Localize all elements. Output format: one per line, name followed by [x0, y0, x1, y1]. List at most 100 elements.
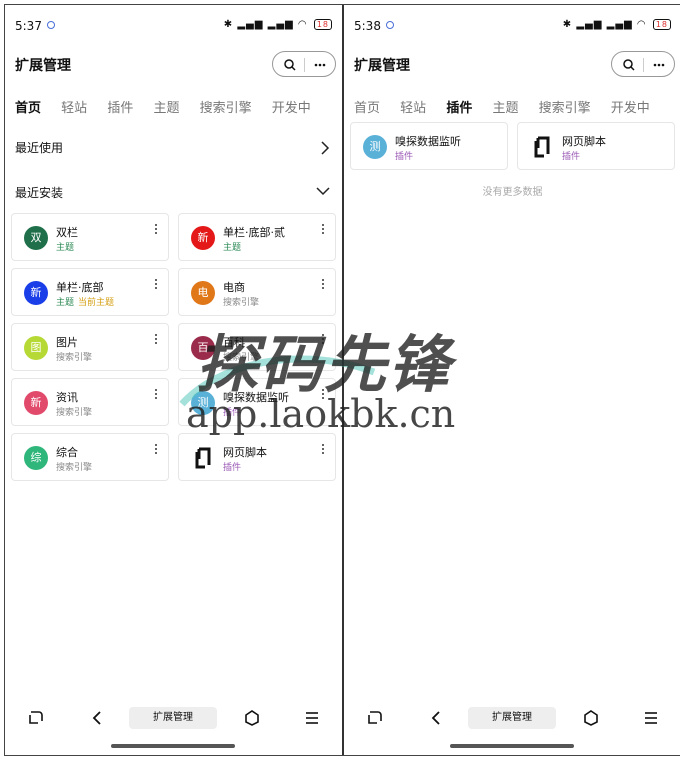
- tabs-icon[interactable]: [27, 709, 45, 727]
- back-icon[interactable]: [89, 709, 107, 727]
- extension-type: 搜索引擎: [223, 295, 259, 308]
- extension-card[interactable]: 综综合 搜索引擎: [11, 433, 169, 481]
- extension-type: 插件: [395, 149, 413, 162]
- tab-themes[interactable]: 主题: [153, 97, 179, 116]
- extension-avatar: 综: [24, 446, 48, 470]
- chevron-right-icon: [321, 141, 330, 155]
- pill-divider: [643, 58, 644, 72]
- kebab-menu-icon[interactable]: [154, 224, 158, 234]
- tab-light-site[interactable]: 轻站: [400, 97, 426, 116]
- kebab-menu-icon[interactable]: [154, 389, 158, 399]
- extension-name: 图片: [56, 336, 78, 349]
- extension-avatar: 新: [191, 226, 215, 250]
- tab-plugins[interactable]: 插件: [107, 97, 133, 116]
- tab-bar: 首页 轻站 插件 主题 搜索引擎 开发中: [15, 97, 332, 116]
- tab-home[interactable]: 首页: [15, 97, 41, 116]
- extension-type: 主题: [56, 240, 74, 253]
- extension-card[interactable]: 网页脚本 插件: [517, 122, 675, 170]
- extension-avatar: 电: [191, 281, 215, 305]
- extension-card[interactable]: 图图片 搜索引擎: [11, 323, 169, 371]
- extension-card[interactable]: 百百科 搜索引擎: [178, 323, 336, 371]
- wifi-icon: ◠: [636, 19, 647, 30]
- kebab-menu-icon[interactable]: [321, 334, 325, 344]
- kebab-menu-icon[interactable]: [154, 279, 158, 289]
- battery-icon: 18: [313, 19, 332, 30]
- tab-in-development[interactable]: 开发中: [611, 97, 650, 116]
- kebab-menu-icon[interactable]: [321, 444, 325, 454]
- recent-installed-label: 最近安装: [15, 186, 64, 200]
- extension-type-label: 搜索引擎: [223, 353, 260, 363]
- extension-type-label: 插件: [562, 152, 581, 162]
- no-more-data: 没有更多数据: [482, 187, 543, 198]
- extension-card[interactable]: 双双栏 主题: [11, 213, 169, 261]
- extension-name: 网页脚本: [562, 135, 606, 148]
- extension-avatar: 新: [24, 391, 48, 415]
- more-icon[interactable]: [313, 58, 327, 72]
- extension-name: 单栏·底部: [56, 281, 104, 294]
- current-page-pill[interactable]: 扩展管理: [129, 707, 217, 729]
- tab-light-site[interactable]: 轻站: [61, 97, 87, 116]
- extension-type-label: 搜索引擎: [56, 463, 93, 473]
- kebab-menu-icon[interactable]: [321, 389, 325, 399]
- recent-used-label: 最近使用: [15, 141, 64, 155]
- script-icon: [191, 446, 215, 470]
- sync-icon: [46, 21, 55, 29]
- bottom-nav: 扩展管理: [344, 705, 681, 731]
- gesture-bar[interactable]: [111, 744, 235, 748]
- kebab-menu-icon[interactable]: [154, 444, 158, 454]
- extension-type: 插件: [562, 149, 580, 162]
- extension-type-label: 搜索引擎: [223, 298, 260, 308]
- extension-type: 插件: [223, 405, 241, 418]
- tab-in-development[interactable]: 开发中: [272, 97, 311, 116]
- extension-card[interactable]: 测嗅探数据监听 插件: [350, 122, 508, 170]
- tab-plugins[interactable]: 插件: [446, 97, 472, 116]
- extension-card[interactable]: 新资讯 搜索引擎: [11, 378, 169, 426]
- extension-card[interactable]: 新单栏·底部·贰 主题: [178, 213, 336, 261]
- extension-name: 网页脚本: [223, 446, 267, 459]
- kebab-menu-icon[interactable]: [321, 279, 325, 289]
- home-icon[interactable]: [243, 709, 261, 727]
- extension-card[interactable]: 新单栏·底部 主题 当前主题: [11, 268, 169, 316]
- extension-avatar: 新: [24, 281, 48, 305]
- extension-name: 电商: [223, 281, 245, 294]
- home-icon[interactable]: [582, 709, 600, 727]
- search-icon[interactable]: [283, 58, 297, 72]
- extension-type: 搜索引擎: [56, 405, 92, 418]
- page-title: 扩展管理: [354, 58, 410, 74]
- search-icon[interactable]: [622, 58, 636, 72]
- menu-icon[interactable]: [642, 709, 660, 727]
- extension-type-label: 主题: [56, 298, 75, 308]
- kebab-menu-icon[interactable]: [321, 224, 325, 234]
- recent-used-row[interactable]: 最近使用: [15, 139, 332, 157]
- current-page-pill[interactable]: 扩展管理: [468, 707, 556, 729]
- extension-avatar: 测: [191, 391, 215, 415]
- left-screen: 5:37 ✱ ▂▄▆ ▂▄▆ ◠ 18 扩展管理 首页 轻站 插件 主题 搜索引…: [5, 5, 342, 755]
- recent-installed-row[interactable]: 最近安装: [15, 184, 332, 202]
- tab-themes[interactable]: 主题: [492, 97, 518, 116]
- extension-type: 插件: [223, 460, 241, 473]
- bluetooth-icon: ✱: [223, 19, 234, 30]
- extension-card[interactable]: 测嗅探数据监听 插件: [178, 378, 336, 426]
- extension-type-label: 搜索引擎: [56, 353, 93, 363]
- status-icons: ✱ ▂▄▆ ▂▄▆ ◠ 18: [224, 19, 332, 30]
- status-icons: ✱ ▂▄▆ ▂▄▆ ◠ 18: [563, 19, 671, 30]
- kebab-menu-icon[interactable]: [154, 334, 158, 344]
- back-icon[interactable]: [428, 709, 446, 727]
- extension-type: 主题: [223, 240, 241, 253]
- extension-name: 单栏·底部·贰: [223, 226, 285, 239]
- tab-home[interactable]: 首页: [354, 97, 380, 116]
- tabs-icon[interactable]: [366, 709, 384, 727]
- bluetooth-icon: ✱: [562, 19, 573, 30]
- signal-icon: ▂▄▆: [267, 19, 294, 30]
- menu-icon[interactable]: [303, 709, 321, 727]
- extension-avatar: 百: [191, 336, 215, 360]
- signal-icon: ▂▄▆: [606, 19, 633, 30]
- tab-search-engines[interactable]: 搜索引擎: [539, 97, 591, 116]
- gesture-bar[interactable]: [450, 744, 574, 748]
- battery-icon: 18: [652, 19, 671, 30]
- more-icon[interactable]: [652, 58, 666, 72]
- extension-avatar: 双: [24, 226, 48, 250]
- tab-search-engines[interactable]: 搜索引擎: [200, 97, 252, 116]
- extension-card[interactable]: 网页脚本 插件: [178, 433, 336, 481]
- extension-card[interactable]: 电电商搜索引擎: [178, 268, 336, 316]
